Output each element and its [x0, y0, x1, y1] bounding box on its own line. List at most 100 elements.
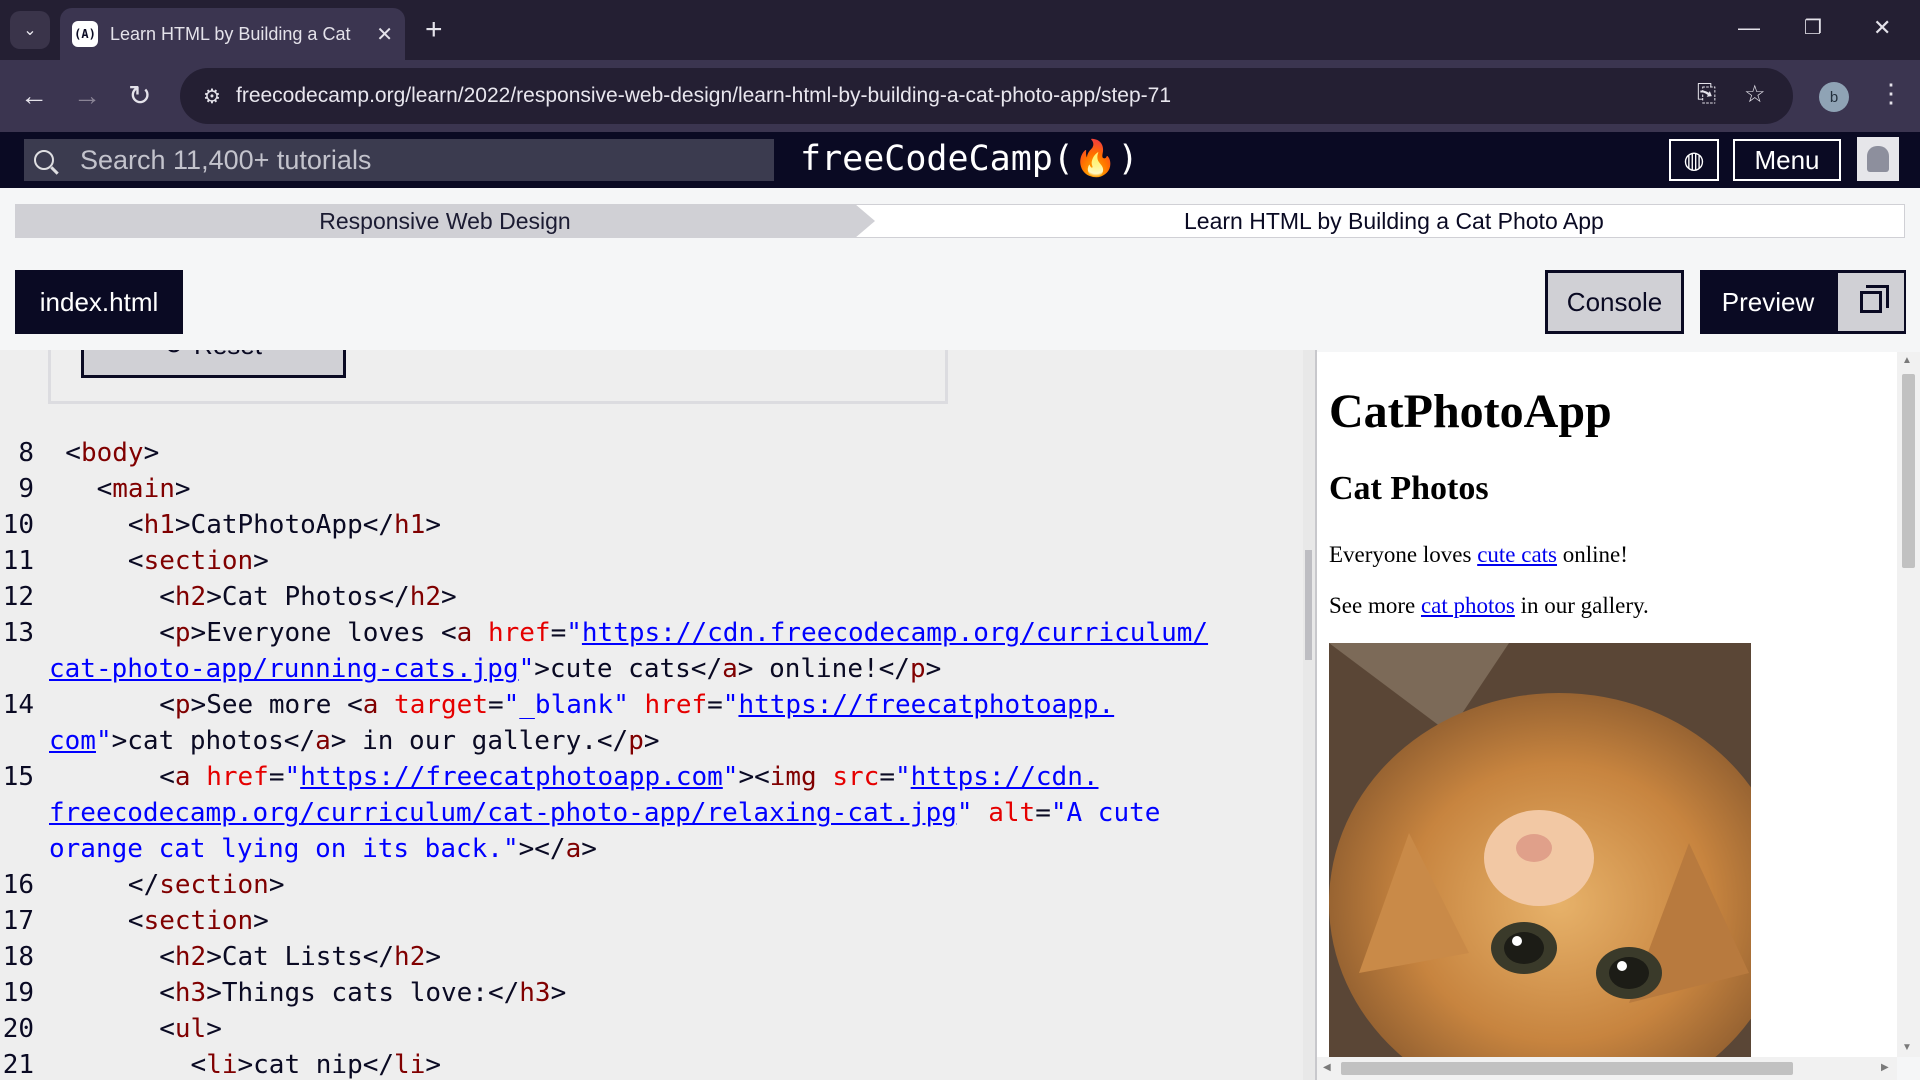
line-number: 19: [2, 978, 34, 1008]
code-text-wrapped: orange cat lying on its back."></a>: [49, 834, 597, 864]
preview-hscroll-thumb[interactable]: [1341, 1062, 1793, 1075]
tab-search-button[interactable]: ⌄: [10, 11, 50, 49]
new-tab-button[interactable]: +: [425, 14, 443, 46]
code-line[interactable]: orange cat lying on its back."></a>: [0, 831, 1208, 867]
language-globe-icon[interactable]: ◍: [1669, 139, 1719, 181]
code-line[interactable]: 17 <section>: [0, 903, 1208, 939]
preview-vscroll-thumb[interactable]: [1902, 374, 1915, 568]
code-line[interactable]: 10 <h1>CatPhotoApp</h1>: [0, 507, 1208, 543]
console-toggle-button[interactable]: Console: [1545, 270, 1684, 334]
preview-h2: Cat Photos: [1329, 470, 1489, 507]
code-text: <section>: [34, 906, 269, 936]
editor-scrollbar[interactable]: [1303, 350, 1315, 1080]
reset-button[interactable]: ⟳ Reset: [81, 350, 346, 378]
cat-photos-link[interactable]: cat photos: [1421, 593, 1515, 618]
code-text: <a href="https://freecatphotoapp.com"><i…: [34, 762, 1099, 792]
code-line[interactable]: 15 <a href="https://freecatphotoapp.com"…: [0, 759, 1208, 795]
lower-action-panel: ⟳ Reset: [48, 350, 948, 404]
line-number: 9: [18, 474, 34, 504]
code-text: <h2>Cat Lists</h2>: [34, 942, 442, 972]
code-line[interactable]: freecodecamp.org/curriculum/cat-photo-ap…: [0, 795, 1208, 831]
address-bar[interactable]: ⚙ freecodecamp.org/learn/2022/responsive…: [180, 68, 1793, 124]
code-text: </section>: [34, 870, 285, 900]
code-line[interactable]: 8 <body>: [0, 435, 1208, 471]
code-text: <ul>: [34, 1014, 222, 1044]
profile-avatar[interactable]: b: [1819, 82, 1849, 112]
code-line[interactable]: 12 <h2>Cat Photos</h2>: [0, 579, 1208, 615]
file-tab-index-html[interactable]: index.html: [15, 270, 183, 334]
line-number: 8: [18, 438, 34, 468]
line-number: 15: [2, 762, 34, 792]
code-line[interactable]: 14 <p>See more <a target="_blank" href="…: [0, 687, 1208, 723]
code-line[interactable]: com">cat photos</a> in our gallery.</p>: [0, 723, 1208, 759]
code-line[interactable]: cat-photo-app/running-cats.jpg">cute cat…: [0, 651, 1208, 687]
scroll-up-icon[interactable]: ▲: [1902, 355, 1912, 366]
menu-button[interactable]: Menu: [1733, 139, 1841, 181]
code-line[interactable]: 19 <h3>Things cats love:</h3>: [0, 975, 1208, 1011]
line-number: 13: [2, 618, 34, 648]
code-line[interactable]: 13 <p>Everyone loves <a href="https://cd…: [0, 615, 1208, 651]
preview-toggle-button[interactable]: Preview: [1700, 270, 1906, 334]
code-text: <h1>CatPhotoApp</h1>: [34, 510, 442, 540]
back-icon[interactable]: ←: [20, 78, 48, 114]
breadcrumb-superblock[interactable]: Responsive Web Design: [15, 204, 875, 238]
fcc-favicon-icon: (A): [72, 21, 98, 47]
popout-window-icon: [1860, 285, 1889, 313]
restore-icon[interactable]: ❐: [1804, 14, 1822, 42]
preview-h1: CatPhotoApp: [1329, 385, 1612, 438]
search-bar[interactable]: Search 11,400+ tutorials: [24, 139, 774, 181]
line-number: 16: [2, 870, 34, 900]
scroll-left-icon[interactable]: ◀: [1323, 1062, 1331, 1073]
forward-icon[interactable]: →: [73, 78, 101, 114]
reset-label: ⟳ Reset: [165, 350, 262, 361]
code-text-wrapped: com">cat photos</a> in our gallery.</p>: [49, 726, 660, 756]
bookmark-star-icon[interactable]: ☆: [1744, 80, 1766, 109]
preview-popout-button[interactable]: [1838, 273, 1904, 331]
code-text: <h2>Cat Photos</h2>: [34, 582, 457, 612]
p2-text-after: in our gallery.: [1514, 593, 1649, 618]
code-text: <body>: [34, 438, 160, 468]
code-lines: 8 <body> 9 <main> 10 <h1>CatPhotoApp</h1> 1…: [0, 435, 1208, 1080]
fcc-logo[interactable]: freeCodeCamp(🔥): [800, 138, 1139, 179]
line-number: 12: [2, 582, 34, 612]
preview-vertical-scrollbar[interactable]: ▲ ▼: [1897, 352, 1920, 1057]
code-text: <main>: [34, 474, 191, 504]
line-number: 11: [2, 546, 34, 576]
code-line[interactable]: 9 <main>: [0, 471, 1208, 507]
window-close-icon[interactable]: ✕: [1873, 14, 1891, 42]
search-placeholder: Search 11,400+ tutorials: [80, 144, 372, 175]
code-text-wrapped: cat-photo-app/running-cats.jpg">cute cat…: [49, 654, 942, 684]
scroll-right-icon[interactable]: ▶: [1881, 1062, 1889, 1073]
browser-tab-active[interactable]: (A) Learn HTML by Building a Cat P ✕: [60, 8, 405, 60]
line-number: 18: [2, 942, 34, 972]
avatar-robot-icon: [1867, 146, 1889, 172]
relaxing-cat-image[interactable]: [1329, 643, 1751, 1057]
site-info-icon[interactable]: ⚙: [198, 82, 226, 110]
code-line[interactable]: 16 </section>: [0, 867, 1208, 903]
browser-toolbar: ← → ↻ ⚙ freecodecamp.org/learn/2022/resp…: [0, 60, 1920, 132]
reload-icon[interactable]: ↻: [128, 78, 151, 114]
preview-horizontal-scrollbar[interactable]: ◀ ▶: [1317, 1057, 1897, 1080]
preview-paragraph-2: See more cat photos in our gallery.: [1329, 593, 1649, 619]
p1-text-after: online!: [1557, 542, 1628, 567]
preview-paragraph-1: Everyone loves cute cats online!: [1329, 542, 1628, 568]
install-app-icon[interactable]: ⎘: [1697, 80, 1716, 108]
code-line[interactable]: 20 <ul>: [0, 1011, 1208, 1047]
scroll-down-icon[interactable]: ▼: [1902, 1042, 1912, 1053]
line-number: 20: [2, 1014, 34, 1044]
search-icon: [34, 150, 54, 170]
code-line[interactable]: 18 <h2>Cat Lists</h2>: [0, 939, 1208, 975]
browser-menu-icon[interactable]: ⋮: [1878, 78, 1904, 109]
code-line[interactable]: 11 <section>: [0, 543, 1208, 579]
code-editor[interactable]: ⟳ Reset 8 <body>9 <main>10 <h1>CatPhotoA…: [0, 350, 1305, 1080]
tab-title: Learn HTML by Building a Cat P: [110, 23, 355, 44]
tab-close-icon[interactable]: ✕: [376, 22, 393, 47]
line-number: 21: [2, 1050, 34, 1080]
preview-frame: CatPhotoApp Cat Photos Everyone loves cu…: [1317, 352, 1897, 1057]
minimize-icon[interactable]: —: [1738, 14, 1760, 42]
code-text: <li>cat nip</li>: [34, 1050, 442, 1080]
user-avatar[interactable]: [1857, 137, 1899, 181]
cute-cats-link[interactable]: cute cats: [1477, 542, 1557, 567]
editor-scrollbar-thumb[interactable]: [1305, 550, 1312, 660]
code-line[interactable]: 21 <li>cat nip</li>: [0, 1047, 1208, 1080]
